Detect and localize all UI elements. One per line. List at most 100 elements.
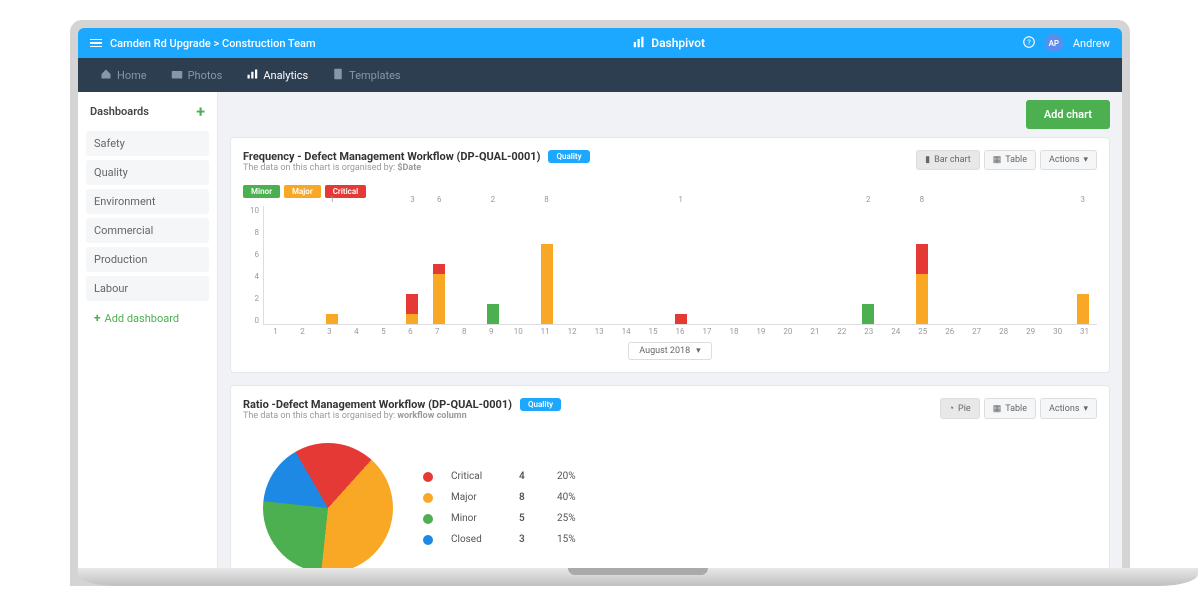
bar-col: 8	[534, 206, 559, 324]
ratio-card: Ratio -Defect Management Workflow (DP-QU…	[230, 385, 1110, 568]
add-chart-button[interactable]: Add chart	[1026, 100, 1110, 129]
plus-icon: +	[94, 311, 101, 325]
bar-col	[695, 206, 720, 324]
table-icon: ▦	[993, 155, 1002, 165]
dot-icon	[423, 514, 433, 524]
chevron-down-icon: ▾	[1083, 404, 1088, 414]
chart-icon	[246, 68, 258, 83]
sidebar-item-commercial[interactable]: Commercial	[86, 218, 209, 243]
pie-legend-row: Closed315%	[423, 534, 576, 545]
bar-col: 8	[910, 206, 935, 324]
actions-button[interactable]: Actions▾	[1040, 150, 1097, 170]
dot-icon	[423, 472, 433, 482]
table-button[interactable]: ▦Table	[984, 150, 1036, 170]
nav-photos[interactable]: Photos	[161, 62, 233, 89]
bar-col	[293, 206, 318, 324]
sidebar: Dashboards + Safety Quality Environment Com…	[78, 92, 218, 568]
bar-col	[346, 206, 371, 324]
add-dashboard-button[interactable]: + Add dashboard	[86, 305, 209, 331]
pie-legend: Critical420% Major840% Minor525% Closed315%	[423, 471, 576, 545]
table-icon: ▦	[993, 404, 1002, 414]
brand: Dashpivot	[633, 36, 705, 51]
legend-minor: Minor	[243, 185, 280, 198]
main: Add chart Frequency - Defect Management …	[218, 92, 1122, 568]
table-button[interactable]: ▦Table	[984, 398, 1036, 419]
bar-col	[936, 206, 961, 324]
bar-col	[775, 206, 800, 324]
breadcrumb[interactable]: Camden Rd Upgrade > Construction Team	[110, 37, 316, 50]
chevron-down-icon: ▾	[1083, 155, 1088, 165]
chevron-down-icon: ▾	[696, 346, 701, 356]
add-dashboard-icon[interactable]: +	[196, 102, 205, 121]
nav-home[interactable]: Home	[90, 62, 157, 89]
sidebar-item-environment[interactable]: Environment	[86, 189, 209, 214]
camera-icon	[171, 68, 183, 83]
document-icon	[332, 68, 344, 83]
bar-col	[829, 206, 854, 324]
bar-col	[749, 206, 774, 324]
user-name[interactable]: Andrew	[1073, 37, 1110, 50]
card2-title: Ratio -Defect Management Workflow (DP-QU…	[243, 398, 512, 411]
help-icon[interactable]: ?	[1023, 36, 1035, 51]
nav-home-label: Home	[117, 69, 147, 82]
date-selector[interactable]: August 2018▾	[628, 342, 711, 360]
sidebar-item-quality[interactable]: Quality	[86, 160, 209, 185]
bars-container: 136281283	[263, 206, 1097, 325]
pie-chart	[263, 443, 393, 568]
y-axis: 1086420	[243, 206, 263, 325]
bar-col	[722, 206, 747, 324]
pie-legend-row: Critical420%	[423, 471, 576, 482]
bar-col	[373, 206, 398, 324]
pie-legend-row: Major840%	[423, 492, 576, 503]
card1-subtitle: The data on this chart is organised by: …	[243, 163, 590, 173]
topbar: Camden Rd Upgrade > Construction Team Da…	[78, 28, 1122, 58]
card2-subtitle: The data on this chart is organised by: …	[243, 411, 561, 421]
bar-col: 6	[427, 206, 452, 324]
card1-title: Frequency - Defect Management Workflow (…	[243, 150, 540, 163]
bar-col	[883, 206, 908, 324]
x-axis: 1234567891011121314151617181920212223242…	[243, 327, 1097, 336]
card1-badge: Quality	[548, 150, 589, 163]
bar-icon: ▮	[925, 155, 930, 165]
dot-icon	[423, 535, 433, 545]
nav-analytics[interactable]: Analytics	[236, 62, 318, 89]
menu-icon[interactable]	[90, 39, 102, 48]
pie-legend-row: Minor525%	[423, 513, 576, 524]
pie-icon: ◔	[949, 403, 954, 414]
bar-col	[507, 206, 532, 324]
nav-templates-label: Templates	[349, 69, 400, 82]
pie-button[interactable]: ◔Pie	[940, 398, 980, 419]
bar-chart-button[interactable]: ▮Bar chart	[916, 150, 980, 170]
brand-logo-icon	[633, 36, 645, 51]
bar-col: 2	[856, 206, 881, 324]
home-icon	[100, 68, 112, 83]
sidebar-item-labour[interactable]: Labour	[86, 276, 209, 301]
avatar[interactable]: AP	[1045, 34, 1063, 52]
sidebar-item-production[interactable]: Production	[86, 247, 209, 272]
bar-col: 1	[320, 206, 345, 324]
bar-col	[588, 206, 613, 324]
nav-photos-label: Photos	[188, 69, 223, 82]
actions-button[interactable]: Actions▾	[1040, 398, 1097, 419]
brand-name: Dashpivot	[651, 36, 705, 50]
nav-templates[interactable]: Templates	[322, 62, 410, 89]
bar-col	[1044, 206, 1069, 324]
frequency-card: Frequency - Defect Management Workflow (…	[230, 137, 1110, 373]
bar-col: 3	[400, 206, 425, 324]
bar-col	[1017, 206, 1042, 324]
nav-analytics-label: Analytics	[263, 69, 308, 82]
bar-col: 1	[668, 206, 693, 324]
bar-col	[266, 206, 291, 324]
bar-col	[963, 206, 988, 324]
bar-col: 3	[1070, 206, 1095, 324]
bar-col	[615, 206, 640, 324]
bar-col	[802, 206, 827, 324]
bar-col	[990, 206, 1015, 324]
dot-icon	[423, 493, 433, 503]
sidebar-item-safety[interactable]: Safety	[86, 131, 209, 156]
sidebar-title: Dashboards	[90, 105, 149, 118]
add-dashboard-label: Add dashboard	[105, 312, 180, 325]
bar-col	[561, 206, 586, 324]
card2-badge: Quality	[520, 398, 561, 411]
bar-col	[454, 206, 479, 324]
